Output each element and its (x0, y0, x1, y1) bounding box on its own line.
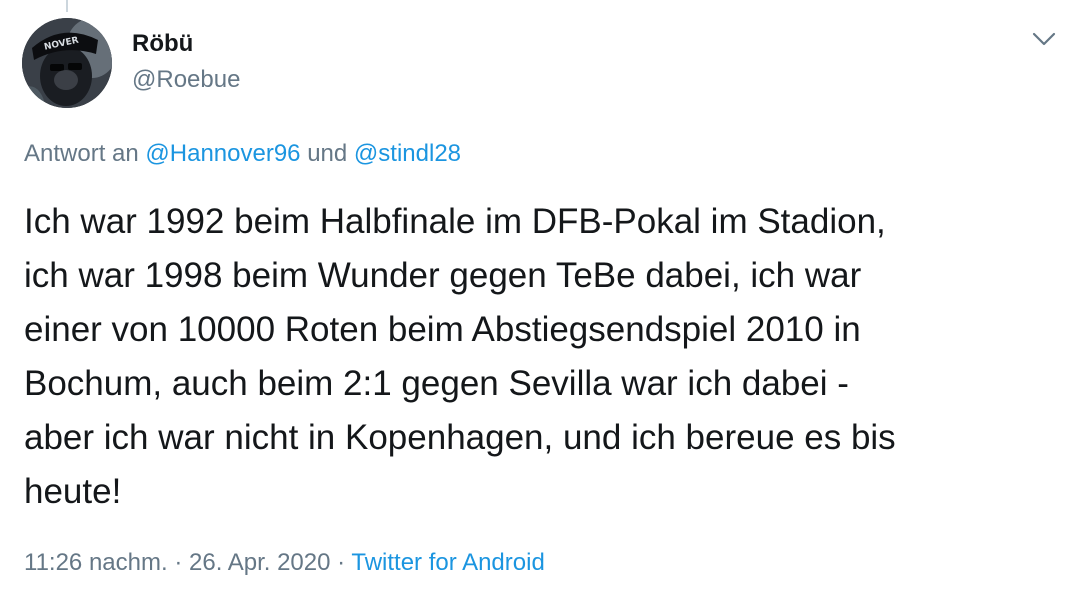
author-display-name[interactable]: Röbü (132, 30, 193, 58)
avatar[interactable]: NOVER (22, 18, 112, 108)
mention-link-hannover96[interactable]: @Hannover96 (145, 140, 300, 167)
avatar-image: NOVER (22, 18, 112, 108)
mention-link-stindl28[interactable]: @stindl28 (354, 140, 461, 167)
tweet-time[interactable]: 11:26 nachm. (24, 549, 168, 576)
tweet-meta: 11:26 nachm. · 26. Apr. 2020 · Twitter f… (24, 549, 545, 577)
meta-separator: · (337, 549, 346, 576)
tweet-date[interactable]: 26. Apr. 2020 (189, 549, 330, 576)
reply-joiner: und (307, 140, 348, 167)
reply-context: Antwort an @Hannover96 und @stindl28 (24, 140, 461, 168)
thread-connector-line (66, 0, 68, 12)
tweet-text: Ich war 1992 beim Halbfinale im DFB-Poka… (24, 202, 896, 511)
tweet-source-link[interactable]: Twitter for Android (351, 549, 544, 576)
chevron-down-icon (1032, 32, 1056, 46)
author-handle[interactable]: @Roebue (132, 66, 240, 94)
tweet-menu-button[interactable] (1030, 28, 1058, 50)
reply-prefix: Antwort an (24, 140, 139, 167)
meta-separator: · (174, 549, 183, 576)
